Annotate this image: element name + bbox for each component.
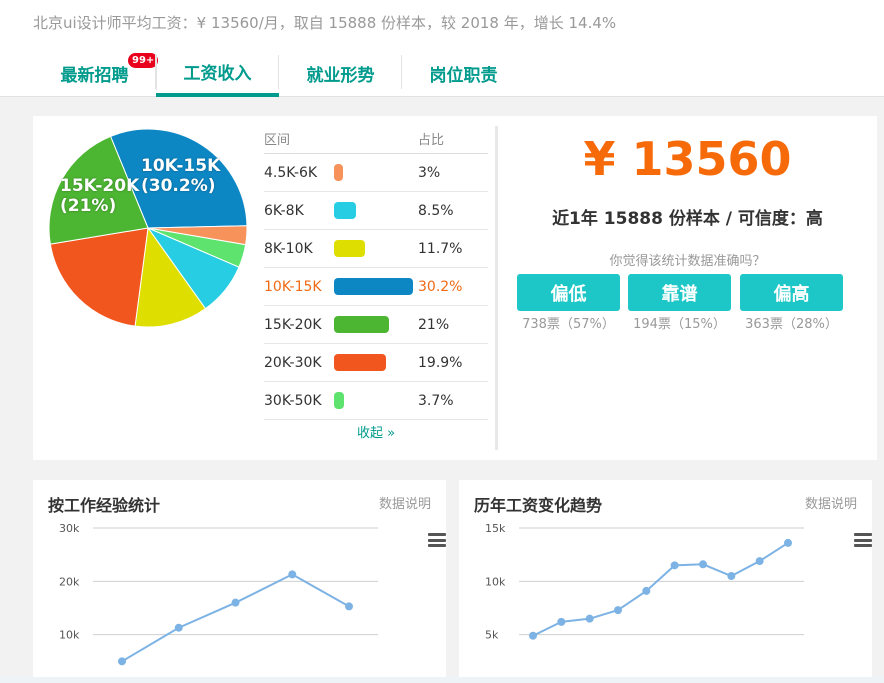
pct-bar [334, 392, 344, 409]
bottom-strip [0, 677, 884, 683]
data-point [118, 657, 126, 666]
series-line [532, 542, 789, 637]
salary-distribution-card: 10K-15K (30.2%) 15K-20K (21%) 区间 占比 4.5K-6… [33, 116, 877, 460]
y-tick-label: 5k [485, 629, 499, 642]
chart-menu-icon[interactable] [428, 533, 446, 547]
data-point [288, 570, 297, 579]
tab-latest-jobs[interactable]: 最新招聘 99+ [33, 50, 160, 97]
data-point [231, 598, 240, 607]
range-label: 30K-50K [264, 392, 322, 409]
table-row: 6K-8K 8.5% [264, 192, 488, 230]
tab-job-duties[interactable]: 岗位职责 [402, 50, 525, 97]
experience-line-chart: 30k 20k 10k [59, 522, 378, 666]
col-range-header: 区间 [264, 133, 291, 148]
pie-slice-20k-30k[interactable] [49, 227, 149, 327]
table-row: 15K-20K 21% [264, 306, 488, 344]
tab-label: 工资收入 [183, 64, 252, 84]
tab-label: 就业形势 [306, 66, 375, 86]
page-subtitle: 北京ui设计师平均工资：¥ 13560/月，取自 15888 份样本，较 201… [33, 14, 617, 32]
data-point [614, 606, 622, 615]
data-point [529, 631, 537, 640]
table-row: 4.5K-6K 3% [264, 154, 488, 192]
pie-label-10k-15k: 10K-15K (30.2%) [141, 156, 221, 196]
pct-value: 30.2% [418, 278, 463, 295]
range-label: 10K-15K [264, 278, 322, 295]
sample-info: 近1年 15888 份样本 / 可信度：高 [552, 209, 823, 229]
table-row: 10K-15K 30.2% [264, 268, 488, 306]
pct-bar [334, 316, 389, 333]
table-header: 区间 占比 [264, 124, 488, 154]
data-point [345, 602, 353, 611]
table-row: 8K-10K 11.7% [264, 230, 488, 268]
chart-menu-icon[interactable] [854, 533, 872, 547]
y-tick-label: 10k [59, 629, 80, 642]
pct-bar [334, 278, 413, 295]
y-tick-label: 20k [59, 575, 80, 588]
y-tick-label: 30k [59, 522, 80, 535]
data-point [727, 572, 736, 580]
table-row: 20K-30K 19.9% [264, 344, 488, 382]
pct-bar [334, 202, 357, 219]
notification-badge: 99+ [127, 52, 160, 69]
range-label: 4.5K-6K [264, 164, 318, 181]
col-pct-header: 占比 [418, 133, 445, 148]
trend-line-chart: 15k 10k 5k [485, 522, 804, 642]
data-point [670, 561, 679, 570]
distribution-table: 区间 占比 4.5K-6K 3% 6K-8K 8.5% 8K-10K 11.7% 10K-1… [264, 124, 488, 441]
range-label: 6K-8K [264, 202, 304, 219]
vote-low-button[interactable]: 偏低 [517, 274, 620, 311]
pct-value: 19.9% [418, 354, 463, 371]
vote-fair-count: 194票（15%） [633, 317, 726, 332]
data-point [174, 623, 183, 632]
pct-value: 3.7% [418, 392, 454, 409]
experience-chart-card: 按工作经验统计 数据说明 30k 20k 10k [33, 480, 446, 683]
vote-fair-button[interactable]: 靠谱 [628, 274, 731, 311]
vote-low-count: 738票（57%） [522, 317, 615, 332]
tab-label: 最新招聘 [60, 66, 129, 86]
tab-bar: 最新招聘 99+ 工资收入 就业形势 岗位职责 [33, 50, 525, 97]
range-label: 20K-30K [264, 354, 322, 371]
collapse-link[interactable]: 收起 » [264, 422, 488, 441]
series-line [121, 573, 350, 663]
y-tick-label: 15k [485, 522, 506, 535]
average-salary: ¥ 13560 [583, 132, 792, 186]
range-label: 15K-20K [264, 316, 322, 333]
pct-bar [334, 354, 387, 371]
tab-label: 岗位职责 [429, 66, 498, 86]
vote-high-count: 363票（28%） [745, 317, 838, 332]
top-header: 北京ui设计师平均工资：¥ 13560/月，取自 15888 份样本，较 201… [0, 0, 884, 97]
data-point [755, 557, 764, 566]
table-row: 30K-50K 3.7% [264, 382, 488, 420]
data-point [585, 614, 594, 623]
pct-bar [334, 164, 343, 181]
accuracy-question: 你觉得该统计数据准确吗？ [609, 254, 766, 269]
pct-value: 21% [418, 316, 450, 333]
vote-high-button[interactable]: 偏高 [740, 274, 843, 311]
pct-bar [334, 240, 365, 257]
pct-value: 8.5% [418, 202, 454, 219]
range-label: 8K-10K [264, 240, 313, 257]
tab-salary-income[interactable]: 工资收入 [156, 50, 279, 97]
y-tick-label: 10k [485, 575, 506, 588]
trend-chart-card: 历年工资变化趋势 数据说明 15k 10k 5k [459, 480, 872, 683]
data-point [557, 617, 566, 626]
pct-value: 11.7% [418, 240, 463, 257]
pie-label-15k-20k: 15K-20K (21%) [60, 176, 140, 216]
data-point [699, 560, 707, 569]
data-point [784, 538, 792, 547]
pct-value: 3% [418, 164, 441, 181]
tab-employment[interactable]: 就业形势 [279, 50, 402, 97]
data-point [642, 586, 651, 595]
